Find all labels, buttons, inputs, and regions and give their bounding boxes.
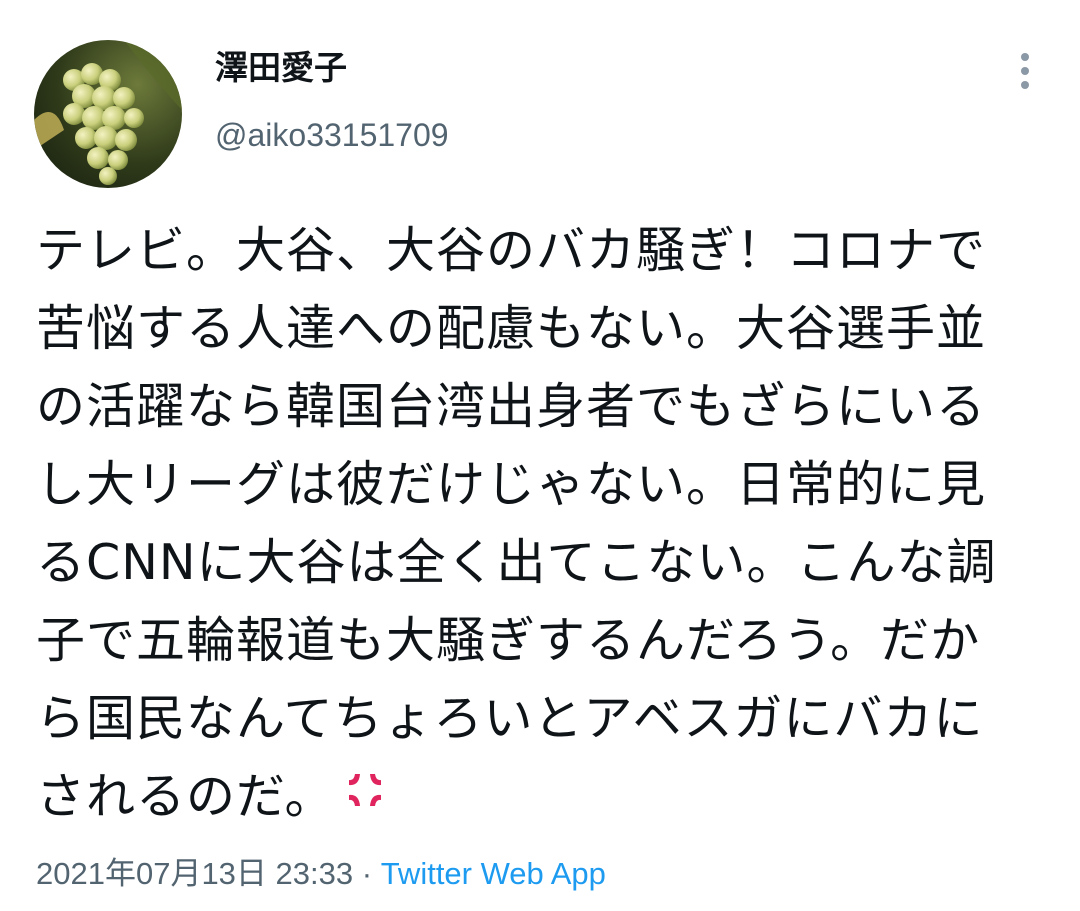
tweet-text-line: の活躍なら韓国台湾出身者でもざらにいる — [36, 378, 987, 435]
avatar[interactable] — [34, 40, 182, 188]
tweet-text: テレビ。大谷、大谷のバカ騒ぎ！コロナで 苦悩する人達への配慮もない。大谷選手並 … — [36, 212, 1046, 836]
tweet-text-line: されるのだ。 — [36, 768, 335, 825]
tweet-text-line: ら国民なんてちょろいとアベスガにバカに — [36, 690, 984, 747]
tweet-text-line: 子で五輪報道も大騒ぎするんだろう。だか — [36, 612, 981, 669]
tweet-text-last-line: されるのだ。 — [36, 758, 1046, 836]
tweet-text-line: し大リーグは彼だけじゃない。日常的に見 — [36, 456, 987, 513]
timestamp[interactable]: 2021年07月13日 23:33 — [36, 856, 353, 891]
user-handle[interactable]: @aiko33151709 — [215, 113, 449, 157]
more-vertical-icon — [1021, 53, 1029, 89]
meta-separator: · — [361, 856, 373, 891]
tweet-text-line: テレビ。大谷、大谷のバカ騒ぎ！コロナで — [36, 222, 987, 279]
more-options-button[interactable] — [1008, 46, 1042, 96]
tweet-text-line: るCNNに大谷は全く出てこない。こんな調 — [36, 534, 997, 591]
source-link[interactable]: Twitter Web App — [381, 856, 606, 891]
display-name[interactable]: 澤田愛子 — [215, 46, 347, 90]
tweet-text-line: 苦悩する人達への配慮もない。大谷選手並 — [36, 300, 987, 357]
avatar-grapes-image — [34, 40, 182, 188]
tweet-meta: 2021年07月13日 23:33 · Twitter Web App — [36, 850, 606, 898]
anger-symbol-icon — [339, 761, 391, 839]
